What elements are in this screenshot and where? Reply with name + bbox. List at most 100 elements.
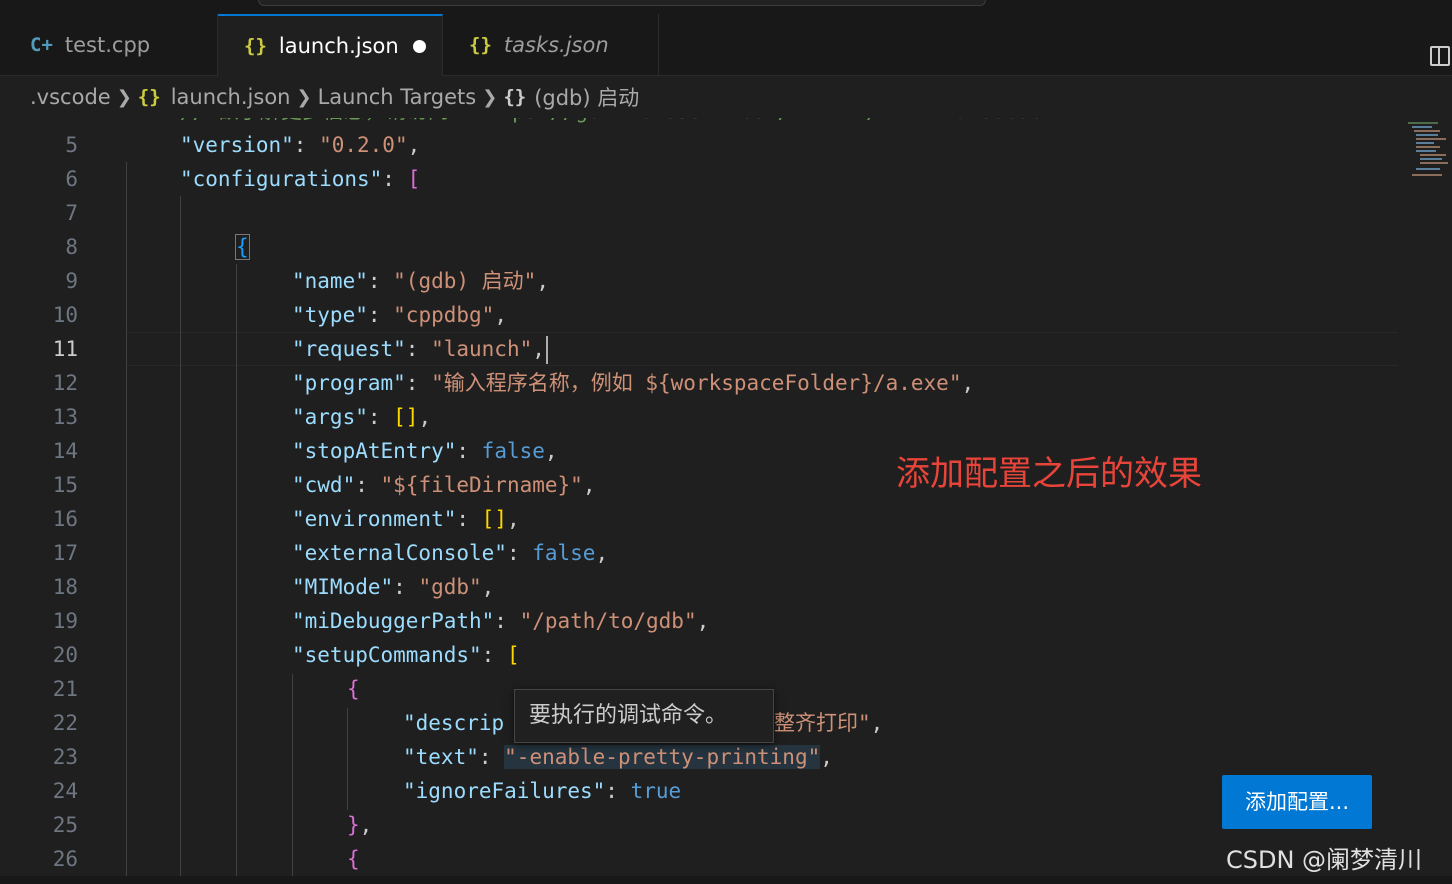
- line-number: 16: [52, 507, 78, 531]
- breadcrumb-file[interactable]: launch.json: [171, 85, 291, 109]
- line-number: 14: [52, 439, 78, 463]
- json-key: "descrip: [403, 711, 505, 735]
- code-line: 24 "ignoreFailures": true: [0, 774, 1400, 808]
- code-line: 19 "miDebuggerPath": "/path/to/gdb",: [0, 604, 1400, 638]
- line-number: 8: [65, 235, 78, 259]
- json-value: "0.2.0": [319, 133, 408, 157]
- chevron-right-icon: ❯: [296, 86, 312, 108]
- minimap-line: [1416, 138, 1446, 140]
- json-value: "launch": [431, 337, 533, 361]
- code-editor[interactable]: 4 // 欲了解更多信息，请访问: https://go.microsoft.c…: [0, 118, 1452, 878]
- command-center[interactable]: [258, 0, 986, 6]
- line-number: 23: [52, 745, 78, 769]
- tab-label: launch.json: [278, 34, 399, 58]
- line-number: 19: [52, 609, 78, 633]
- line-number: 20: [52, 643, 78, 667]
- minimap-line: [1420, 158, 1442, 160]
- minimap-line: [1412, 174, 1442, 176]
- tab-launch-json[interactable]: {} launch.json: [218, 14, 443, 76]
- tab-label: tasks.json: [503, 32, 609, 57]
- code-line: 17 "externalConsole": false,: [0, 536, 1400, 570]
- line-number: 5: [65, 133, 78, 157]
- text-cursor: [545, 336, 548, 364]
- json-braces-icon: {}: [137, 86, 161, 108]
- horizontal-scrollbar[interactable]: [0, 876, 1452, 884]
- json-key: "program": [292, 371, 406, 395]
- minimap-line: [1416, 150, 1436, 152]
- comment-text: // 欲了解更多信息，请访问: https://go.microsoft.com…: [180, 118, 1056, 128]
- line-number: 6: [65, 167, 78, 191]
- line-number: 4: [0, 118, 78, 128]
- tab-label: test.cpp: [64, 32, 151, 57]
- json-braces-icon: {}: [244, 35, 267, 57]
- json-value: "(gdb) 启动": [393, 269, 537, 293]
- line-number: 11: [52, 337, 78, 361]
- line-number: 21: [52, 677, 78, 701]
- json-key: "args": [292, 405, 368, 429]
- chevron-right-icon: ❯: [116, 86, 132, 108]
- hover-tooltip: 要执行的调试命令。: [514, 689, 774, 743]
- json-value: "-enable-pretty-printing": [504, 745, 821, 769]
- minimap-line: [1414, 130, 1440, 132]
- watermark: CSDN @阑梦清川: [1226, 846, 1423, 874]
- code-line: 20 "setupCommands": [: [0, 638, 1400, 672]
- breadcrumb-section[interactable]: Launch Targets: [318, 85, 477, 109]
- code-line: 8 {: [0, 230, 1400, 264]
- json-value: "/path/to/gdb": [519, 609, 697, 633]
- breadcrumb: .vscode ❯ {} launch.json ❯ Launch Target…: [0, 76, 1452, 118]
- code-line: 23 "text": "-enable-pretty-printing",: [0, 740, 1400, 774]
- json-value: "${fileDirname}": [380, 473, 583, 497]
- json-value: 整齐打印": [774, 711, 871, 735]
- json-key: "type": [292, 303, 368, 327]
- split-editor-icon[interactable]: [1430, 46, 1450, 66]
- code-line: 26 {: [0, 842, 1400, 876]
- json-value: "输入程序名称，例如 ${workspaceFolder}/a.exe": [431, 371, 962, 395]
- json-value: false: [532, 541, 596, 565]
- minimap-line: [1416, 146, 1440, 148]
- code-line: 6 "configurations": [: [0, 162, 1400, 196]
- code-line: 18 "MIMode": "gdb",: [0, 570, 1400, 604]
- line-number: 10: [52, 303, 78, 327]
- code-line: 10 "type": "cppdbg",: [0, 298, 1400, 332]
- json-key: "MIMode": [292, 575, 394, 599]
- code-line-active: 11 "request": "launch",: [0, 332, 1400, 366]
- tab-tasks-json[interactable]: {} tasks.json: [443, 14, 659, 75]
- json-key: "name": [292, 269, 368, 293]
- tab-test-cpp[interactable]: C+ test.cpp: [0, 14, 218, 75]
- annotation-text: 添加配置之后的效果: [896, 454, 1202, 494]
- minimap-line: [1408, 122, 1438, 124]
- json-value: "cppdbg": [393, 303, 495, 327]
- add-configuration-button[interactable]: 添加配置...: [1222, 775, 1372, 829]
- json-key: "configurations": [180, 167, 383, 191]
- code-line: 4 // 欲了解更多信息，请访问: https://go.microsoft.c…: [0, 118, 1400, 128]
- json-key: "text": [403, 745, 479, 769]
- json-braces-icon: {}: [469, 33, 492, 56]
- json-key: "version": [180, 133, 294, 157]
- json-key: "setupCommands": [292, 643, 482, 667]
- line-number: 25: [52, 813, 78, 837]
- line-number: 15: [52, 473, 78, 497]
- line-number: 24: [52, 779, 78, 803]
- line-number: 12: [52, 371, 78, 395]
- breadcrumb-folder[interactable]: .vscode: [30, 85, 111, 109]
- json-value: true: [630, 779, 682, 803]
- line-number: 17: [52, 541, 78, 565]
- json-key: "ignoreFailures": [403, 779, 606, 803]
- breadcrumb-item[interactable]: (gdb) 启动: [534, 82, 639, 112]
- json-value: false: [481, 439, 545, 463]
- line-number: 26: [52, 847, 78, 871]
- unsaved-dot-icon[interactable]: [413, 40, 426, 53]
- minimap-line: [1420, 162, 1448, 164]
- minimap-line: [1412, 126, 1432, 128]
- code-line: 12 "program": "输入程序名称，例如 ${workspaceFold…: [0, 366, 1400, 400]
- minimap[interactable]: [1400, 118, 1452, 188]
- object-braces-icon: {}: [503, 86, 527, 108]
- line-number: 9: [65, 269, 78, 293]
- line-number: 7: [65, 201, 78, 225]
- code-line: 9 "name": "(gdb) 启动",: [0, 264, 1400, 298]
- minimap-line: [1416, 134, 1438, 136]
- minimap-line: [1416, 168, 1440, 170]
- json-value: "gdb": [418, 575, 482, 599]
- editor-tab-bar: C+ test.cpp {} launch.json {} tasks.json: [0, 14, 1452, 76]
- line-number: 13: [52, 405, 78, 429]
